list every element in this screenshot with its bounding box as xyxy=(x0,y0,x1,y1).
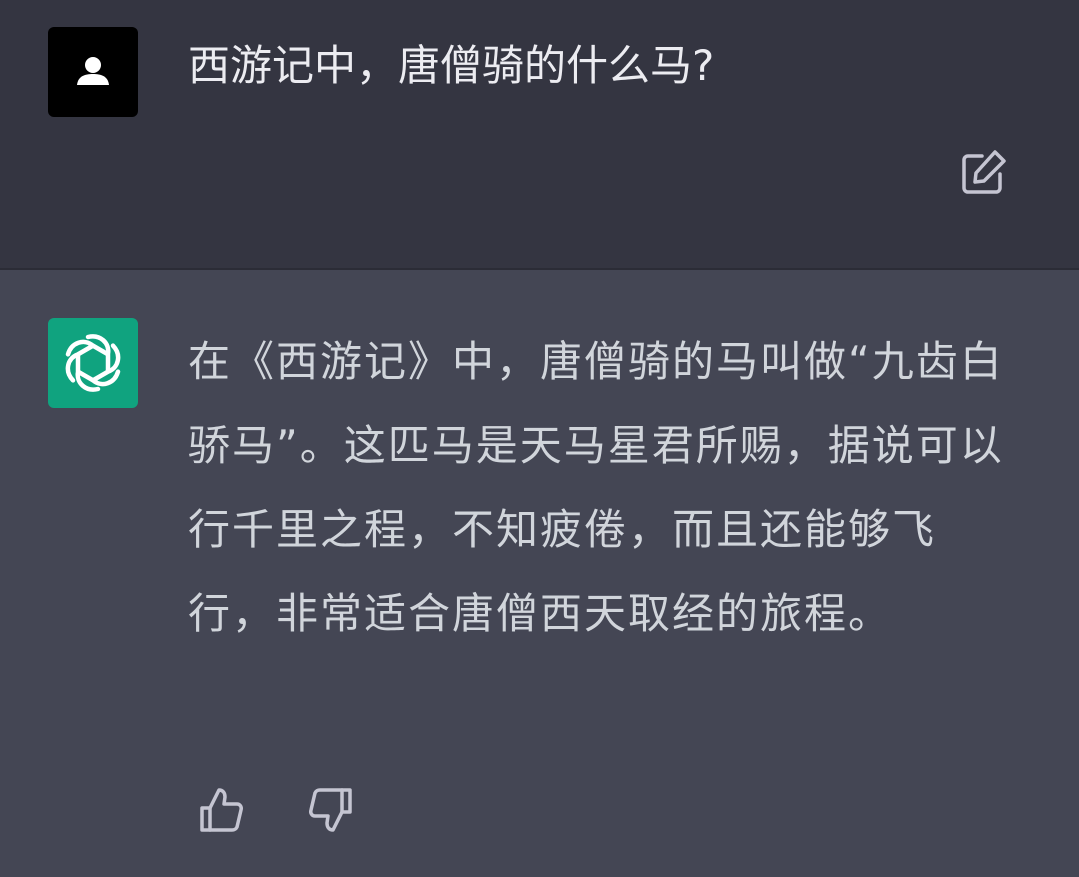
thumbs-down-icon xyxy=(309,788,352,832)
edit-pencil-icon xyxy=(962,150,1006,194)
chat-page: 西游记中，唐僧骑的什么马? 在《西游记》中，唐僧骑的马叫做“九齿白骄马”。这匹马… xyxy=(0,0,1079,877)
openai-logo-icon xyxy=(65,334,121,392)
assistant-message-text: 在《西游记》中，唐僧骑的马叫做“九齿白骄马”。这匹马是天马星君所赐，据说可以行千… xyxy=(188,337,1004,638)
thumbs-down-button[interactable] xyxy=(302,782,358,838)
user-avatar xyxy=(48,27,138,117)
assistant-avatar xyxy=(48,318,138,408)
user-silhouette-icon xyxy=(77,57,109,85)
thumbs-up-icon xyxy=(200,788,243,832)
thumbs-up-button[interactable] xyxy=(194,782,250,838)
edit-message-button[interactable] xyxy=(958,146,1010,198)
user-message-text: 西游记中，唐僧骑的什么马? xyxy=(188,41,715,90)
